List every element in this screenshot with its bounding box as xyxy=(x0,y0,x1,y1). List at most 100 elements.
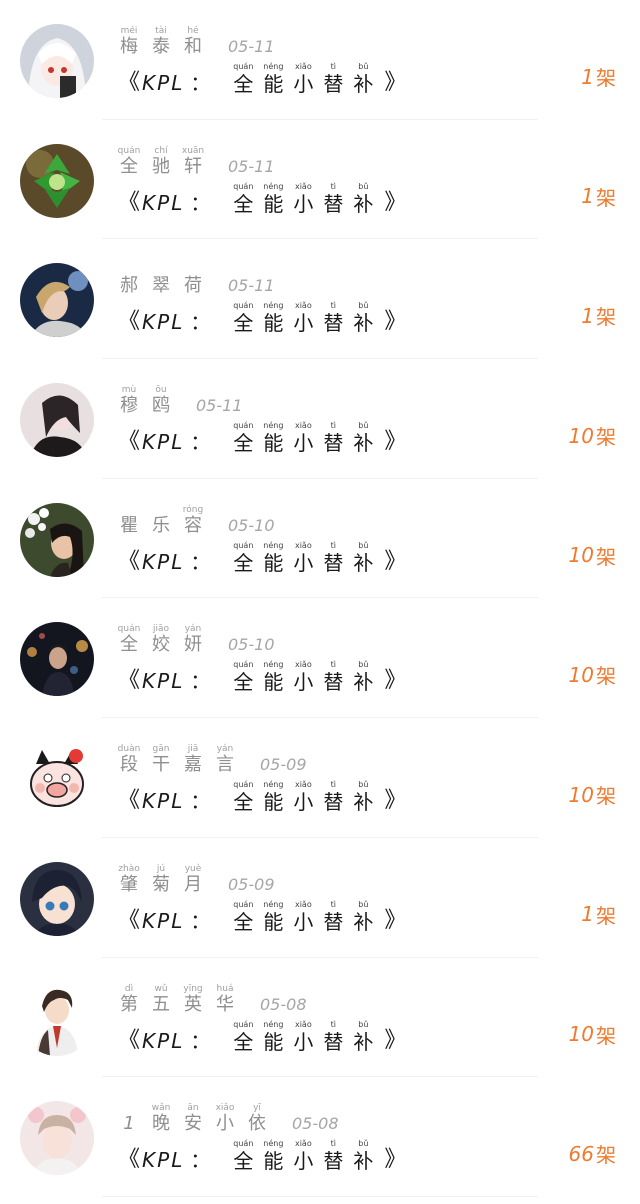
hanzi-char: 补 xyxy=(353,72,374,96)
avatar[interactable] xyxy=(20,1101,94,1176)
pinyin-annotation: bǔ xyxy=(358,181,369,191)
gift-record-row[interactable]: quán 全 chí 驰 xuān 轩 05-11 《 KPL： quán 全 néng 能 xiǎo 小 t… xyxy=(0,120,640,240)
pinyin-annotation: ōu xyxy=(155,385,167,396)
pinyin-char: xiǎo 小 xyxy=(292,182,314,217)
row-divider xyxy=(102,1195,538,1197)
avatar[interactable] xyxy=(20,143,94,218)
sender-name: mù 穆 ōu 鸥 xyxy=(114,385,176,417)
hanzi-char: 全 xyxy=(233,1149,254,1174)
hanzi-char: 华 xyxy=(216,993,234,1015)
open-bracket: 《 xyxy=(118,189,141,215)
pinyin-char: xiǎo 小 xyxy=(292,660,314,695)
open-bracket: 《 xyxy=(118,309,141,335)
close-bracket: 》 xyxy=(384,788,407,814)
avatar[interactable] xyxy=(20,263,94,338)
gift-record-row[interactable]: zhào 肇 jú 菊 yuè 月 05-09 《 KPL： quán 全 néng 能 xiǎo 小 tì 替… xyxy=(0,838,640,958)
gift-record-row[interactable]: méi 梅 tài 泰 hé 和 05-11 《 KPL： quán 全 néng 能 xiǎo 小 tì 替 b… xyxy=(0,0,640,120)
pinyin-char: bǔ 补 xyxy=(352,660,374,695)
pinyin-annotation: tì xyxy=(330,301,337,311)
gift-date: 05-11 xyxy=(228,37,275,56)
gift-code: KPL xyxy=(142,310,185,335)
sender-name: duàn 段 gān 干 jiā 嘉 yán 言 xyxy=(114,744,240,776)
pinyin-char: tài 泰 xyxy=(146,26,176,58)
count-number: 10 xyxy=(568,662,594,687)
pinyin-annotation: xiǎo xyxy=(294,421,312,431)
pinyin-annotation: néng xyxy=(263,301,284,311)
pinyin-char: mù 穆 xyxy=(114,385,144,417)
gift-code: KPL xyxy=(142,190,185,215)
pinyin-char: néng 能 xyxy=(262,541,284,576)
avatar[interactable] xyxy=(20,383,94,458)
pinyin-char: quán 全 xyxy=(232,541,254,576)
pinyin-char: bǔ 补 xyxy=(352,182,374,217)
gift-title: quán 全 néng 能 xiǎo 小 tì 替 bǔ 补 xyxy=(232,421,374,456)
pinyin-char: tì 替 xyxy=(322,62,344,97)
pinyin-annotation: bǔ xyxy=(358,660,369,670)
pinyin-annotation: chí xyxy=(154,145,168,156)
gift-code: KPL xyxy=(142,789,185,814)
sender-meta: 郝 翠 荷 05-11 xyxy=(114,261,275,297)
count-unit: 架 xyxy=(596,784,616,809)
pinyin-annotation: néng xyxy=(263,540,284,550)
gift-record-row[interactable]: 1 wǎn 晚 ān 安 xiǎo 小 yī 依 05-08 《 KPL： quán 全 néng 能 xiǎo… xyxy=(0,1077,640,1197)
count-number: 66 xyxy=(568,1141,594,1166)
gift-count: 10 架 xyxy=(569,780,616,809)
open-bracket: 《 xyxy=(118,70,141,95)
avatar[interactable] xyxy=(20,861,94,936)
pinyin-annotation: tì xyxy=(330,660,337,670)
sender-meta: duàn 段 gān 干 jiā 嘉 yán 言 05-09 xyxy=(114,740,307,776)
pinyin-char: wǔ 五 xyxy=(146,984,176,1016)
gift-record-row[interactable]: mù 穆 ōu 鸥 05-11 《 KPL： quán 全 néng 能 xiǎo 小 tì 替 bǔ 补》 10… xyxy=(0,359,640,479)
hanzi-char: 英 xyxy=(184,993,202,1015)
pinyin-annotation: néng xyxy=(263,62,284,71)
hanzi-char: 全 xyxy=(233,670,254,695)
hanzi-char: 小 xyxy=(293,1149,314,1174)
pinyin-char: yán 妍 xyxy=(178,624,208,656)
pinyin-char: bǔ 补 xyxy=(352,1020,374,1055)
hanzi-char: 小 xyxy=(216,1113,234,1135)
sender-meta: quán 全 chí 驰 xuān 轩 05-11 xyxy=(114,142,275,178)
hanzi-char: 1 xyxy=(123,1113,135,1135)
gift-record-row[interactable]: dì 第 wǔ 五 yīng 英 huá 华 05-08 《 KPL： quán 全 néng 能 xiǎo 小… xyxy=(0,958,640,1078)
open-bracket: 《 xyxy=(118,788,141,814)
pinyin-char: xiǎo 小 xyxy=(292,1020,314,1055)
avatar[interactable] xyxy=(20,742,94,817)
hanzi-char: 小 xyxy=(293,72,314,96)
gift-record-row[interactable]: 郝 翠 荷 05-11 《 KPL： quán 全 néng 能 xiǎo 小 tì 替 bǔ 补》 1 架 xyxy=(0,239,640,360)
sender-name: quán 全 chí 驰 xuān 轩 xyxy=(114,146,208,178)
pinyin-char: néng 能 xyxy=(262,1139,284,1174)
count-unit: 架 xyxy=(596,1023,616,1048)
hanzi-char: 小 xyxy=(293,1029,314,1054)
pinyin-char: yuè 月 xyxy=(178,864,208,896)
avatar[interactable] xyxy=(20,502,94,577)
gift-title: quán 全 néng 能 xiǎo 小 tì 替 bǔ 补 xyxy=(232,62,374,97)
hanzi-char: 小 xyxy=(293,670,314,695)
pinyin-annotation: quán xyxy=(117,624,141,635)
gift-record-row[interactable]: quán 全 jiāo 姣 yán 妍 05-10 《 KPL： quán 全 néng 能 xiǎo 小 t… xyxy=(0,598,640,719)
pinyin-annotation: néng xyxy=(263,660,284,670)
hanzi-char: 补 xyxy=(353,1029,374,1054)
count-number: 1 xyxy=(581,303,594,328)
pinyin-char: jiāo 姣 xyxy=(146,624,176,656)
gift-record-row[interactable]: 瞿 乐 róng 容 05-10 《 KPL： quán 全 néng 能 xiǎo 小 tì 替 bǔ 补》… xyxy=(0,479,640,599)
avatar[interactable] xyxy=(20,981,94,1056)
gift-name: 《 KPL： quán 全 néng 能 xiǎo 小 tì 替 bǔ 补》 xyxy=(118,900,406,935)
hanzi-char: 轩 xyxy=(184,155,202,177)
gift-title: quán 全 néng 能 xiǎo 小 tì 替 bǔ 补 xyxy=(232,1139,374,1174)
hanzi-char: 驰 xyxy=(152,155,170,177)
hanzi-char: 晚 xyxy=(152,1113,170,1135)
hanzi-char: 乐 xyxy=(152,514,170,536)
avatar[interactable] xyxy=(20,24,94,98)
gift-name: 《 KPL： quán 全 néng 能 xiǎo 小 tì 替 bǔ 补》 xyxy=(118,301,406,336)
gift-record-row[interactable]: duàn 段 gān 干 jiā 嘉 yán 言 05-09 《 KPL： quán 全 néng 能 xiǎ… xyxy=(0,718,640,838)
pinyin-annotation xyxy=(192,265,195,275)
close-bracket: 》 xyxy=(384,70,407,95)
pinyin-char: yán 言 xyxy=(210,744,240,776)
avatar[interactable] xyxy=(20,622,94,697)
gift-date: 05-11 xyxy=(228,156,275,176)
count-unit: 架 xyxy=(596,903,616,928)
pinyin-annotation: ān xyxy=(187,1103,199,1114)
hanzi-char: 小 xyxy=(293,311,314,336)
hanzi-char: 和 xyxy=(184,36,202,57)
pinyin-annotation: tài xyxy=(155,26,167,36)
